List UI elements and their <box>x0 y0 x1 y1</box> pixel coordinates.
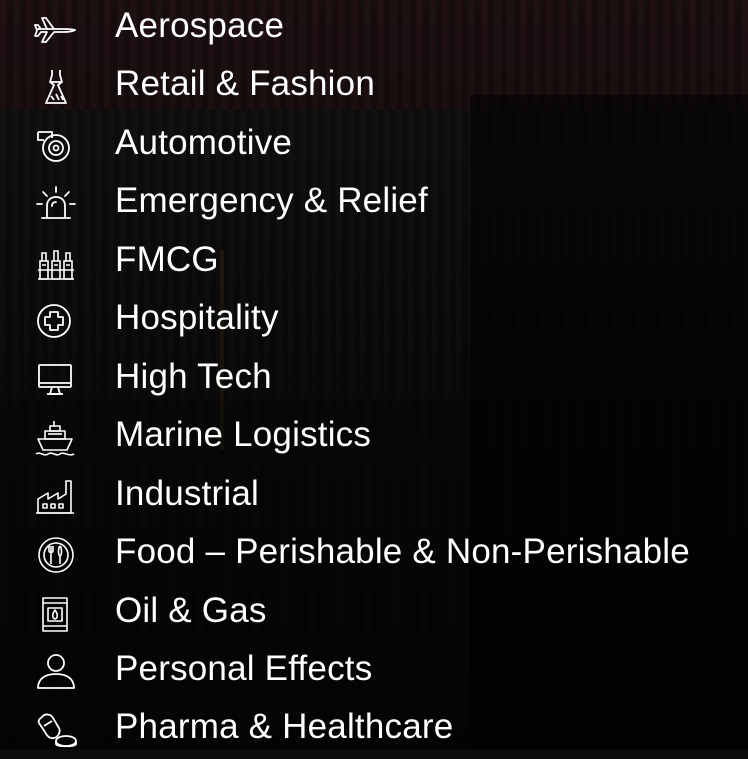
industry-item-food: Food – Perishable & Non-Perishable <box>0 526 748 584</box>
industry-label: Aerospace <box>115 6 285 45</box>
industry-item-fmcg: FMCG <box>0 234 748 292</box>
industry-item-retail-fashion: Retail & Fashion <box>0 58 748 116</box>
industry-item-hospitality: Hospitality <box>0 292 748 350</box>
industry-label: Automotive <box>115 123 293 162</box>
industry-item-aerospace: Aerospace <box>0 0 748 58</box>
ship-icon <box>34 418 78 458</box>
industry-label: FMCG <box>115 240 219 279</box>
industry-item-industrial: Industrial <box>0 468 748 526</box>
dress-icon <box>34 67 78 107</box>
factory-icon <box>34 477 78 517</box>
industry-label: Hospitality <box>115 298 279 337</box>
industries-list: Aerospace Retail & Fashion Automotive Em… <box>0 0 748 749</box>
airplane-icon <box>34 9 78 49</box>
fuel-can-icon <box>34 594 78 634</box>
industry-label: Food – Perishable & Non-Perishable <box>115 532 690 571</box>
industry-label: Emergency & Relief <box>115 181 428 220</box>
monitor-icon <box>34 360 78 400</box>
industry-item-automotive: Automotive <box>0 117 748 175</box>
bottles-icon <box>34 243 78 283</box>
industry-item-oil-gas: Oil & Gas <box>0 585 748 643</box>
industry-item-high-tech: High Tech <box>0 351 748 409</box>
industry-label: Marine Logistics <box>115 415 372 454</box>
plate-cutlery-icon <box>34 535 78 575</box>
industry-label: Pharma & Healthcare <box>115 707 454 746</box>
industry-item-pharma-healthcare: Pharma & Healthcare <box>0 701 748 759</box>
industry-label: Retail & Fashion <box>115 64 375 103</box>
industry-item-personal-effects: Personal Effects <box>0 643 748 701</box>
industry-item-emergency-relief: Emergency & Relief <box>0 175 748 233</box>
pills-icon <box>34 710 78 750</box>
industry-item-marine-logistics: Marine Logistics <box>0 409 748 467</box>
person-icon <box>34 652 78 692</box>
siren-icon <box>34 184 78 224</box>
industry-label: Personal Effects <box>115 649 373 688</box>
medical-cross-icon <box>34 301 78 341</box>
industry-label: High Tech <box>115 357 272 396</box>
turbo-icon <box>34 126 78 166</box>
industry-label: Oil & Gas <box>115 591 267 630</box>
industry-label: Industrial <box>115 474 260 513</box>
